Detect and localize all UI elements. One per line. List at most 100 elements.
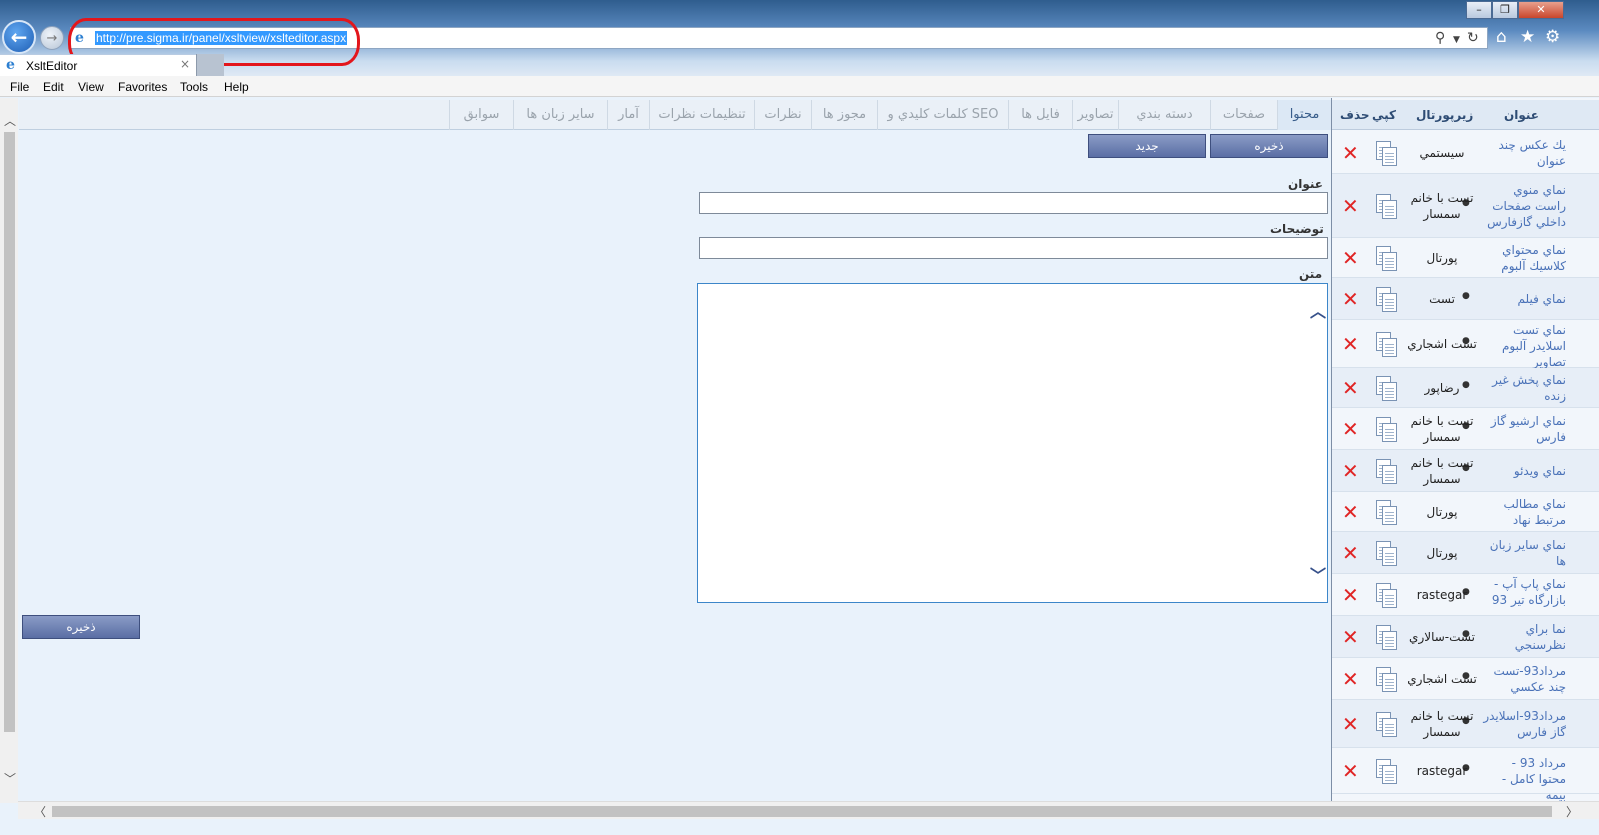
search-icon[interactable]: ⚲	[1435, 30, 1445, 46]
list-item[interactable]: نماي محتواي كلاسيك آلبوم پورتال ✕	[1332, 238, 1599, 278]
close-window-button[interactable]: ✕	[1518, 1, 1564, 19]
delete-icon[interactable]: ✕	[1342, 761, 1359, 781]
bottom-save-button[interactable]: ذخيره	[22, 615, 140, 639]
save-button[interactable]: ذخيره	[1210, 134, 1328, 158]
list-item[interactable]: نماي ساير زبان ها پورتال ✕	[1332, 532, 1599, 574]
new-tab-button[interactable]	[196, 54, 224, 76]
menu-edit[interactable]: Edit	[43, 80, 64, 94]
xslt-title-link[interactable]: نماي منوي راست صفحات داخلي گازفارس	[1482, 182, 1566, 230]
header-subportal[interactable]: زيرپورتال	[1416, 108, 1473, 122]
xslt-title-link[interactable]: نماي ويدئو	[1482, 463, 1566, 479]
copy-icon[interactable]	[1374, 192, 1398, 220]
gear-icon[interactable]: ⚙	[1545, 28, 1560, 46]
home-icon[interactable]: ⌂	[1496, 28, 1507, 46]
xslt-title-link[interactable]: نماي تست اسلايدر آلبوم تصاوير	[1482, 322, 1566, 370]
delete-icon[interactable]: ✕	[1342, 419, 1359, 439]
delete-icon[interactable]: ✕	[1342, 714, 1359, 734]
list-item[interactable]: نماي تست اسلايدر آلبوم تصاوير ● تست اشجاري…	[1332, 320, 1599, 370]
delete-icon[interactable]: ✕	[1342, 502, 1359, 522]
list-item[interactable]: نماي پاپ آپ - بازارگاه تير 93 ● rastegar ✕	[1332, 574, 1599, 616]
tab-files[interactable]: فايل ها	[1008, 100, 1072, 130]
menu-view[interactable]: View	[78, 80, 104, 94]
tab-permissions[interactable]: مجوز ها	[811, 100, 877, 130]
copy-icon[interactable]	[1374, 581, 1398, 609]
list-item[interactable]: نماي فيلم ● تست ✕	[1332, 278, 1599, 320]
tab-comment-settings[interactable]: تنظيمات نظرات	[649, 100, 754, 130]
menu-help[interactable]: Help	[224, 80, 249, 94]
list-item[interactable]: يك عكس چند عنوان سيستمي ✕	[1332, 132, 1599, 174]
copy-icon[interactable]	[1374, 139, 1398, 167]
tab-history[interactable]: سوابق	[449, 100, 513, 130]
delete-icon[interactable]: ✕	[1342, 461, 1359, 481]
scroll-down-icon[interactable]: ﹀	[4, 770, 16, 787]
list-item[interactable]: نما براي نظرسنجي ● تست-سالاري ✕	[1332, 616, 1599, 658]
horizontal-scroll-thumb[interactable]	[52, 806, 1552, 817]
description-input[interactable]	[699, 237, 1328, 259]
list-item[interactable]: نماي مطالب مرتبط نهاد پورتال ✕	[1332, 492, 1599, 532]
list-item[interactable]: مرداد 93 - محتوا كامل - بيمه ● rastegar ✕	[1332, 748, 1599, 802]
tab-keywords-seo[interactable]: كلمات كليدي و SEO	[877, 100, 1008, 130]
horizontal-scrollbar[interactable]: 〈 〉	[18, 801, 1599, 819]
delete-icon[interactable]: ✕	[1342, 196, 1359, 216]
list-item[interactable]: مرداد93-اسلايدر گاز فارس ● تست با خانم سمس…	[1332, 700, 1599, 748]
star-icon[interactable]: ★	[1520, 28, 1535, 46]
xslt-title-link[interactable]: مرداد93-اسلايدر گاز فارس	[1482, 708, 1566, 740]
vertical-scrollbar[interactable]: ︿ ﹀	[0, 98, 18, 803]
forward-button[interactable]: →	[40, 26, 64, 50]
xslt-title-link[interactable]: نما براي نظرسنجي	[1482, 621, 1566, 653]
delete-icon[interactable]: ✕	[1342, 143, 1359, 163]
tab-other-languages[interactable]: ساير زبان ها	[513, 100, 607, 130]
xslt-title-link[interactable]: نماي پاپ آپ - بازارگاه تير 93	[1482, 576, 1566, 608]
list-item[interactable]: نماي ويدئو ● تست با خانم سمسار ✕	[1332, 450, 1599, 492]
tab-categories[interactable]: دسته بندي	[1118, 100, 1210, 130]
dropdown-icon[interactable]: ▼	[1453, 32, 1460, 48]
tab-close-icon[interactable]: ×	[180, 57, 190, 71]
xslt-title-link[interactable]: نماي محتواي كلاسيك آلبوم	[1482, 242, 1566, 274]
copy-icon[interactable]	[1374, 498, 1398, 526]
new-button[interactable]: جديد	[1088, 134, 1206, 158]
refresh-icon[interactable]: ↻	[1467, 30, 1479, 46]
xslt-title-link[interactable]: يك عكس چند عنوان	[1482, 137, 1566, 169]
copy-icon[interactable]	[1374, 285, 1398, 313]
tab-pages[interactable]: صفحات	[1210, 100, 1277, 130]
tab-statistics[interactable]: آمار	[607, 100, 649, 130]
menu-favorites[interactable]: Favorites	[118, 80, 167, 94]
copy-icon[interactable]	[1374, 374, 1398, 402]
xslt-title-link[interactable]: نماي فيلم	[1482, 291, 1566, 307]
xslt-title-link[interactable]: نماي مطالب مرتبط نهاد	[1482, 496, 1566, 528]
minimize-button[interactable]: –	[1466, 1, 1492, 19]
title-input[interactable]	[699, 192, 1328, 214]
delete-icon[interactable]: ✕	[1342, 248, 1359, 268]
body-textarea[interactable]: ︿ ﹀	[697, 283, 1328, 603]
tab-images[interactable]: تصاوير	[1072, 100, 1118, 130]
tab-comments[interactable]: نظرات	[754, 100, 811, 130]
scroll-right-icon[interactable]: 〉	[1566, 803, 1578, 820]
copy-icon[interactable]	[1374, 710, 1398, 738]
delete-icon[interactable]: ✕	[1342, 585, 1359, 605]
list-item[interactable]: نماي ارشيو گاز فارس ● تست با خانم سمسار ✕	[1332, 408, 1599, 450]
delete-icon[interactable]: ✕	[1342, 543, 1359, 563]
delete-icon[interactable]: ✕	[1342, 669, 1359, 689]
menu-file[interactable]: File	[10, 80, 29, 94]
copy-icon[interactable]	[1374, 244, 1398, 272]
xslt-title-link[interactable]: نماي پخش غير زنده	[1482, 372, 1566, 404]
delete-icon[interactable]: ✕	[1342, 378, 1359, 398]
xslt-title-link[interactable]: مرداد 93 - محتوا كامل - بيمه	[1482, 755, 1566, 803]
list-item[interactable]: نماي منوي راست صفحات داخلي گازفارس ● تست ب…	[1332, 174, 1599, 238]
header-title[interactable]: عنوان	[1504, 108, 1539, 122]
delete-icon[interactable]: ✕	[1342, 627, 1359, 647]
scroll-up-icon[interactable]: ︿	[4, 112, 16, 129]
copy-icon[interactable]	[1374, 457, 1398, 485]
copy-icon[interactable]	[1374, 415, 1398, 443]
copy-icon[interactable]	[1374, 623, 1398, 651]
back-button[interactable]: ←	[2, 20, 36, 54]
xslt-title-link[interactable]: مرداد93-تست چند عكسي	[1482, 663, 1566, 695]
delete-icon[interactable]: ✕	[1342, 334, 1359, 354]
restore-button[interactable]: ❐	[1492, 1, 1518, 19]
scroll-left-icon[interactable]: 〈	[34, 803, 46, 820]
copy-icon[interactable]	[1374, 665, 1398, 693]
browser-tab[interactable]: e XsltEditor ×	[0, 54, 224, 76]
tab-content[interactable]: محتوا	[1277, 100, 1331, 130]
list-item[interactable]: نماي پخش غير زنده ● رضاپور ✕	[1332, 368, 1599, 408]
menu-tools[interactable]: Tools	[180, 80, 208, 94]
